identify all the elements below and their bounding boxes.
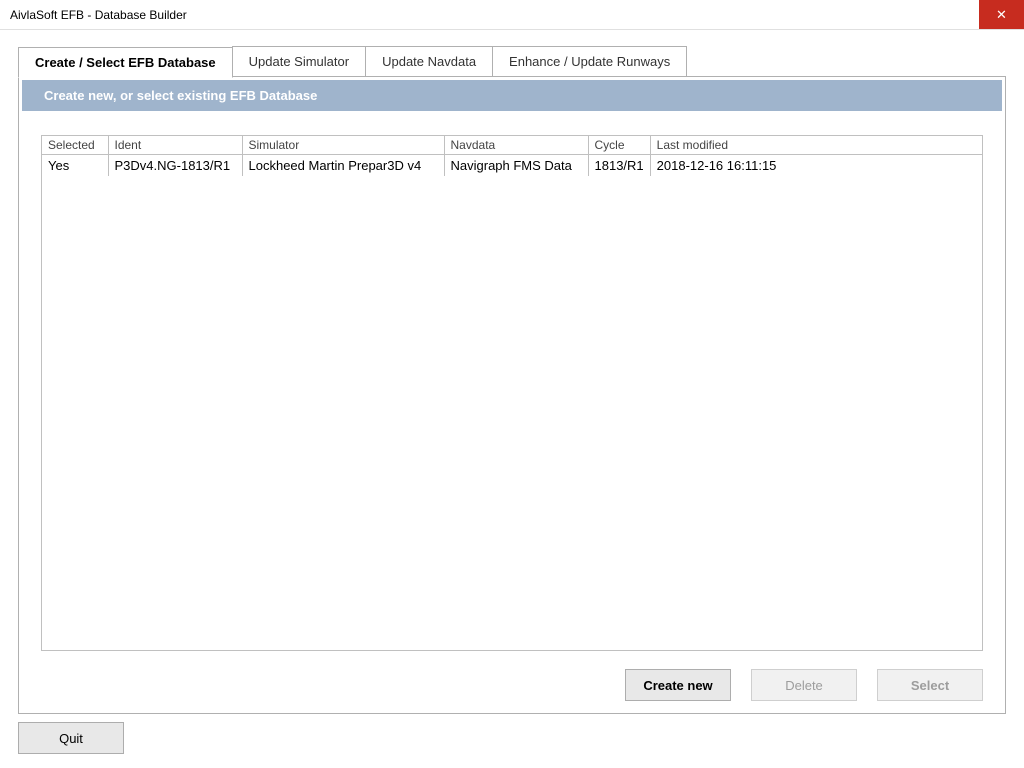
cell-ident: P3Dv4.NG-1813/R1 <box>108 155 242 177</box>
cell-selected: Yes <box>42 155 108 177</box>
tab-panel: Create new, or select existing EFB Datab… <box>18 76 1006 714</box>
cell-cycle: 1813/R1 <box>588 155 650 177</box>
create-new-button[interactable]: Create new <box>625 669 731 701</box>
tab-bar: Create / Select EFB Database Update Simu… <box>18 46 1006 76</box>
col-navdata[interactable]: Navdata <box>444 136 588 155</box>
delete-button: Delete <box>751 669 857 701</box>
cell-navdata: Navigraph FMS Data <box>444 155 588 177</box>
select-button: Select <box>877 669 983 701</box>
col-ident[interactable]: Ident <box>108 136 242 155</box>
action-buttons: Create new Delete Select <box>19 669 1005 701</box>
titlebar: AivlaSoft EFB - Database Builder ✕ <box>0 0 1024 30</box>
tab-label: Update Navdata <box>382 54 476 69</box>
col-selected[interactable]: Selected <box>42 136 108 155</box>
close-icon: ✕ <box>996 7 1007 23</box>
col-last-modified[interactable]: Last modified <box>650 136 982 155</box>
table-empty-area[interactable] <box>42 176 982 650</box>
tab-label: Enhance / Update Runways <box>509 54 670 69</box>
quit-button[interactable]: Quit <box>18 722 124 754</box>
close-button[interactable]: ✕ <box>979 0 1024 29</box>
window-title: AivlaSoft EFB - Database Builder <box>0 8 187 22</box>
tab-label: Update Simulator <box>249 54 349 69</box>
database-table: Selected Ident Simulator Navdata Cycle L… <box>41 135 983 651</box>
table-header-row: Selected Ident Simulator Navdata Cycle L… <box>42 136 982 155</box>
content-area: Create / Select EFB Database Update Simu… <box>0 30 1024 768</box>
tab-create-select[interactable]: Create / Select EFB Database <box>18 47 233 78</box>
tab-label: Create / Select EFB Database <box>35 55 216 70</box>
col-simulator[interactable]: Simulator <box>242 136 444 155</box>
footer-row: Quit <box>18 722 1006 754</box>
col-cycle[interactable]: Cycle <box>588 136 650 155</box>
table-row[interactable]: Yes P3Dv4.NG-1813/R1 Lockheed Martin Pre… <box>42 155 982 177</box>
cell-last-modified: 2018-12-16 16:11:15 <box>650 155 982 177</box>
window-controls: ✕ <box>979 0 1024 29</box>
tab-update-simulator[interactable]: Update Simulator <box>232 46 366 76</box>
panel-header: Create new, or select existing EFB Datab… <box>22 80 1002 111</box>
tab-update-navdata[interactable]: Update Navdata <box>365 46 493 76</box>
tab-enhance-runways[interactable]: Enhance / Update Runways <box>492 46 687 76</box>
cell-simulator: Lockheed Martin Prepar3D v4 <box>242 155 444 177</box>
